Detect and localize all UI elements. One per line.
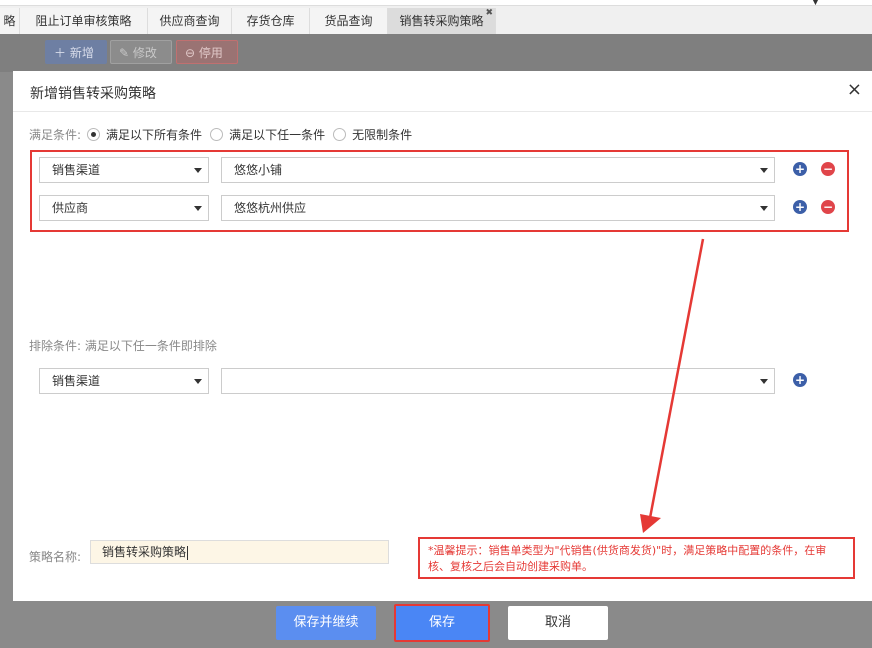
tab-goods-query[interactable]: 货品查询 [310, 8, 388, 34]
save-button[interactable]: 保存 [394, 604, 490, 642]
edit-button[interactable]: ✎ 修改 [110, 40, 172, 64]
text-caret [187, 545, 189, 560]
arrow-line [648, 238, 705, 519]
arrow-head [640, 514, 661, 533]
left-overlay-strip [0, 72, 13, 648]
add-condition-icon[interactable]: + [793, 200, 807, 214]
exclude-field-value: 销售渠道 [52, 374, 101, 388]
tab-label: 略 [3, 14, 16, 28]
strategy-name-value: 销售转采购策略 [102, 545, 187, 559]
chevron-down-icon [760, 379, 768, 384]
minus-circle-icon: ⊖ [185, 46, 196, 60]
remove-condition-icon[interactable]: − [821, 200, 835, 214]
condition-value: 悠悠小铺 [234, 163, 283, 177]
new-strategy-dialog: 新增销售转采购策略 × 满足条件: 满足以下所有条件 满足以下任一条件 无限制条… [13, 71, 872, 648]
dialog-header: 新增销售转采购策略 × [13, 71, 872, 112]
exclude-section-label: 排除条件: 满足以下任一条件即排除 [29, 337, 217, 354]
chevron-down-icon [194, 168, 202, 173]
annotation-arrow [640, 238, 705, 533]
condition-field-select[interactable]: 销售渠道 [39, 157, 209, 183]
chevron-down-icon [194, 206, 202, 211]
tab-sales-to-purchase[interactable]: 销售转采购策略 ✖ [388, 8, 496, 34]
close-icon[interactable]: × [847, 79, 862, 100]
radio-none-label: 无限制条件 [352, 127, 413, 142]
chevron-down-icon [760, 206, 768, 211]
condition-field-select[interactable]: 供应商 [39, 195, 209, 221]
condition-value-select[interactable]: 悠悠小铺 [221, 157, 775, 183]
chevron-down-icon[interactable]: ▼ [812, 0, 819, 7]
condition-value: 悠悠杭州供应 [234, 201, 307, 215]
exclude-hint: 满足以下任一条件即排除 [84, 339, 217, 353]
disable-button[interactable]: ⊖ 停用 [176, 40, 238, 64]
exclude-label: 排除条件: [29, 339, 82, 353]
exclude-field-select[interactable]: 销售渠道 [39, 368, 209, 394]
dialog-footer: 保存并继续 保存 取消 [13, 601, 872, 648]
disable-label: 停用 [198, 46, 223, 60]
radio-any-condition[interactable] [210, 127, 224, 141]
tab-inventory-warehouse[interactable]: 存货仓库 [232, 8, 310, 34]
radio-all-label: 满足以下所有条件 [106, 127, 203, 142]
condition-value-select[interactable]: 悠悠杭州供应 [221, 195, 775, 221]
tab-label: 供应商查询 [159, 14, 220, 28]
remove-condition-icon[interactable]: − [821, 162, 835, 176]
tip-notice: *温馨提示：销售单类型为"代销售(供货商发货)"时，满足策略中配置的条件，在审核… [418, 537, 855, 579]
strategy-name-input[interactable]: 销售转采购策略 [90, 540, 389, 564]
tab-label: 存货仓库 [246, 14, 295, 28]
radio-no-condition[interactable] [333, 127, 347, 141]
close-icon[interactable]: ✖ [485, 0, 493, 26]
chevron-down-icon [194, 379, 202, 384]
add-label: 新增 [69, 46, 94, 60]
add-exclusion-icon[interactable]: + [793, 373, 807, 387]
condition-field-value: 销售渠道 [52, 163, 101, 177]
plus-icon: ＋ [54, 46, 67, 60]
condition-label: 满足条件: [29, 127, 82, 142]
top-strip: ▼ [0, 0, 872, 7]
tab-label: 阻止订单审核策略 [35, 14, 132, 28]
name-label: 策略名称: [29, 550, 82, 564]
cancel-button[interactable]: 取消 [508, 606, 608, 640]
chevron-down-icon [760, 168, 768, 173]
save-continue-button[interactable]: 保存并继续 [276, 606, 376, 640]
tab-label: 货品查询 [324, 14, 373, 28]
tab-label: 销售转采购策略 [399, 14, 484, 28]
tab-bar: ▼ 略 阻止订单审核策略 供应商查询 存货仓库 货品查询 销售转采购策略 ✖ [0, 0, 872, 35]
condition-mode-group: 满足条件: 满足以下所有条件 满足以下任一条件 无限制条件 [29, 125, 420, 143]
edit-label: 修改 [132, 46, 157, 60]
tab-supplier-query[interactable]: 供应商查询 [148, 8, 232, 34]
condition-field-value: 供应商 [52, 201, 89, 215]
edit-icon: ✎ [119, 46, 130, 60]
tab-strategy-partial[interactable]: 略 [0, 8, 20, 34]
radio-all-conditions[interactable] [87, 127, 101, 141]
background-toolbar: ＋ 新增 ✎ 修改 ⊖ 停用 [0, 34, 872, 72]
add-button[interactable]: ＋ 新增 [45, 40, 107, 64]
add-condition-icon[interactable]: + [793, 162, 807, 176]
radio-any-label: 满足以下任一条件 [229, 127, 326, 142]
tab-block-order-audit[interactable]: 阻止订单审核策略 [20, 8, 148, 34]
dialog-title: 新增销售转采购策略 [30, 86, 156, 102]
